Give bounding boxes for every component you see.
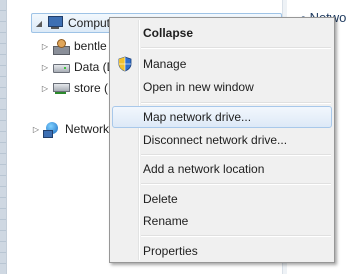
menu-item-label: Open in new window [143, 80, 254, 94]
expand-arrow-icon[interactable]: ▷ [31, 125, 41, 134]
menu-item-label: Manage [143, 57, 187, 71]
context-menu: Collapse Manage Open in new window Map n… [109, 17, 335, 263]
tree-item-data-drive[interactable]: ▷ Data (D [40, 58, 115, 76]
network-drive-icon [52, 80, 70, 96]
collapse-arrow-icon[interactable]: ◢ [34, 19, 44, 28]
computer-icon [46, 15, 64, 31]
network-icon [43, 121, 61, 138]
expand-arrow-icon[interactable]: ▷ [40, 84, 50, 93]
left-edge-border [0, 0, 7, 274]
menu-item-label: Collapse [143, 26, 194, 40]
menu-item-rename[interactable]: Rename [112, 210, 332, 232]
menu-item-add-network-location[interactable]: Add a network location [112, 158, 332, 180]
menu-item-manage[interactable]: Manage [112, 53, 332, 75]
tree-item-label: store ( [74, 81, 109, 95]
menu-item-label: Map network drive... [143, 110, 252, 124]
menu-item-collapse[interactable]: Collapse [112, 22, 332, 44]
menu-item-open-new-window[interactable]: Open in new window [112, 76, 332, 98]
drive-icon [52, 59, 70, 75]
tree-item-store-drive[interactable]: ▷ store ( [40, 79, 108, 97]
tree-item-bentley[interactable]: ▷ bentle [40, 37, 107, 55]
menu-item-label: Disconnect network drive... [143, 133, 288, 147]
menu-item-properties[interactable]: Properties [112, 240, 332, 262]
menu-item-disconnect-network-drive[interactable]: Disconnect network drive... [112, 129, 332, 151]
tree-item-label: bentle [74, 39, 107, 53]
menu-separator [141, 154, 331, 156]
menu-item-delete[interactable]: Delete [112, 188, 332, 210]
menu-separator [141, 47, 331, 49]
menu-item-map-network-drive[interactable]: Map network drive... [112, 106, 332, 128]
tree-item-label: Comput [68, 16, 111, 30]
menu-item-label: Add a network location [143, 162, 265, 176]
menu-item-label: Properties [143, 244, 198, 258]
tree-item-label: Network [65, 122, 110, 136]
user-drive-icon [52, 38, 70, 55]
expand-arrow-icon[interactable]: ▷ [40, 63, 50, 72]
shield-icon [118, 56, 132, 72]
tree-item-network[interactable]: ▷ Network [31, 120, 109, 138]
expand-arrow-icon[interactable]: ▷ [40, 42, 50, 51]
menu-separator [141, 235, 331, 237]
menu-separator [141, 102, 331, 104]
menu-separator [141, 183, 331, 185]
menu-item-label: Delete [143, 192, 178, 206]
menu-item-label: Rename [143, 214, 189, 228]
